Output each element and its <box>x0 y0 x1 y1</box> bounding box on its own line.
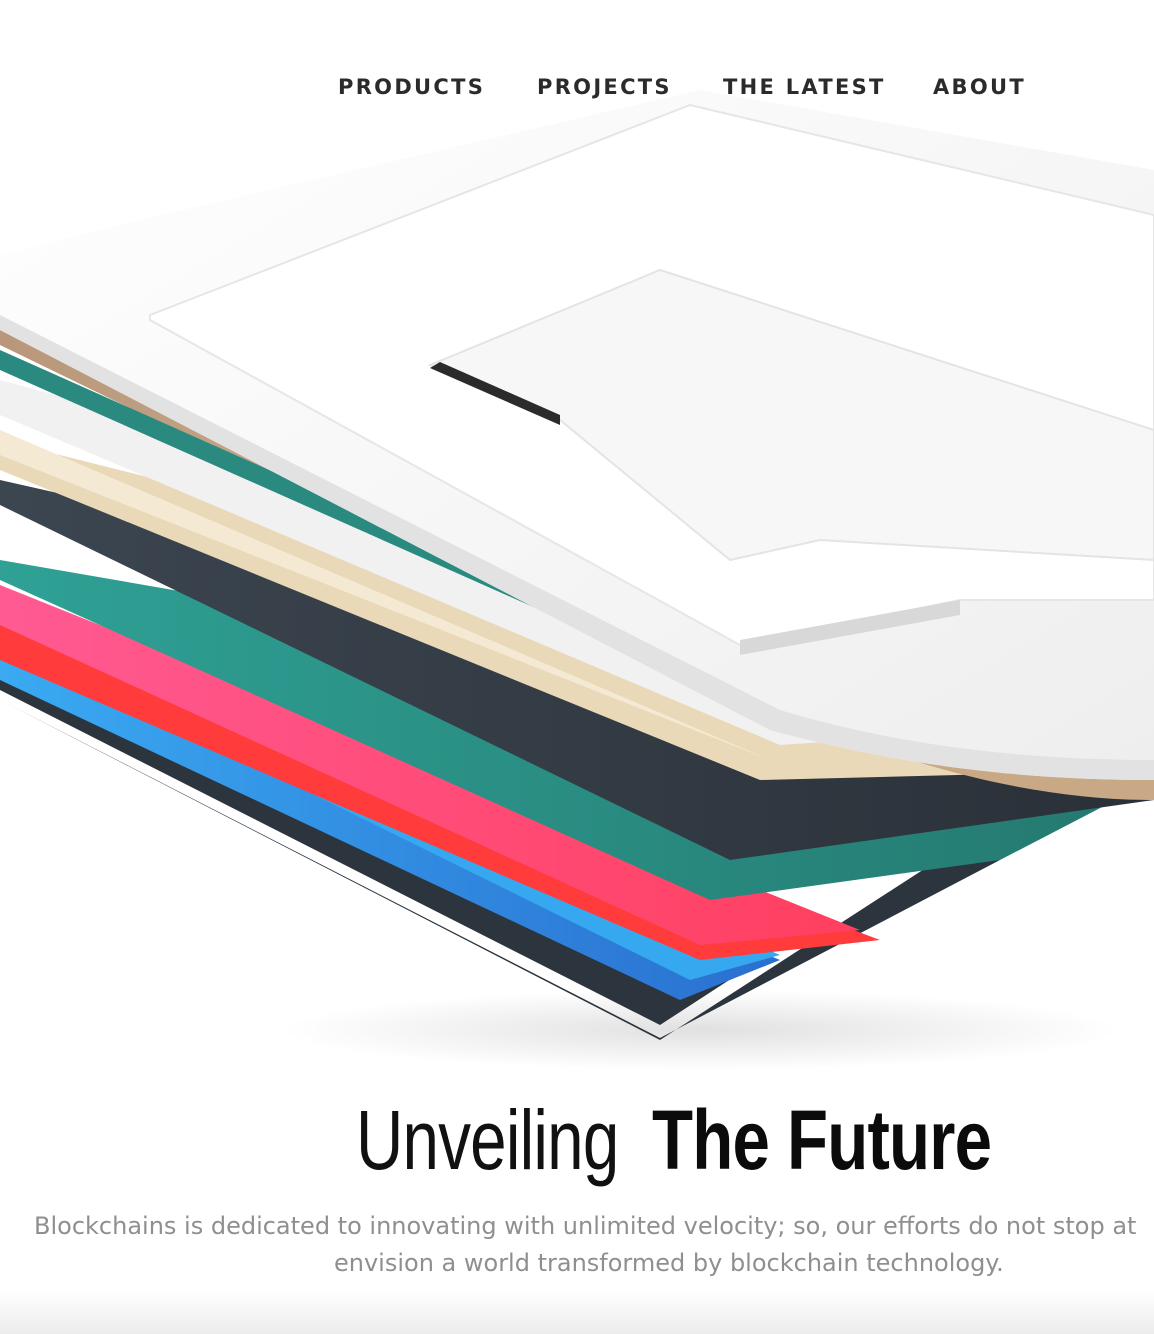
nav-products-link[interactable]: PRODUCTS <box>338 72 485 102</box>
description-line-1: Blockchains is dedicated to innovating w… <box>34 1212 1137 1240</box>
description-line-2: envision a world transformed by blockcha… <box>334 1249 1004 1277</box>
hero-illustration <box>0 90 1154 1070</box>
hero-headline: Unveiling The Future <box>0 1092 1154 1192</box>
headline-light-text: Unveiling <box>356 1093 619 1187</box>
main-nav: PRODUCTS PROJECTS THE LATEST ABOUT <box>0 72 1154 102</box>
bottom-fade <box>0 1290 1154 1334</box>
headline-bold-text: The Future <box>652 1093 992 1187</box>
nav-projects-link[interactable]: PROJECTS <box>537 72 672 102</box>
nav-about-link[interactable]: ABOUT <box>933 72 1026 102</box>
nav-the-latest-link[interactable]: THE LATEST <box>723 72 886 102</box>
